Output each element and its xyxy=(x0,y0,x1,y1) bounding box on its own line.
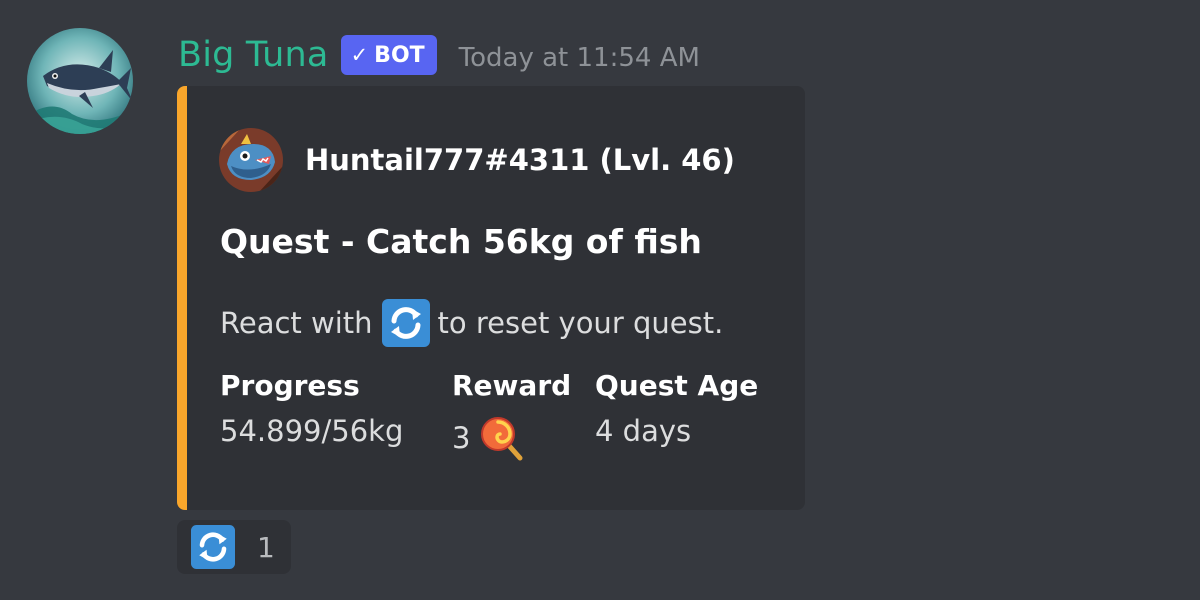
field-progress: Progress 54.899/56kg xyxy=(220,369,403,448)
embed-title: Quest - Catch 56kg of fish xyxy=(220,222,702,261)
username[interactable]: Big Tuna xyxy=(178,35,329,75)
reaction-count: 1 xyxy=(257,530,275,564)
description-text-before: React with xyxy=(220,306,373,340)
field-quest-age: Quest Age 4 days xyxy=(595,369,758,448)
quest-embed: Huntail777#4311 (Lvl. 46) Quest - Catch … xyxy=(177,86,805,510)
arrows-counterclockwise-icon xyxy=(191,525,235,569)
field-quest-age-value: 4 days xyxy=(595,414,758,448)
field-reward-value: 3 xyxy=(452,414,571,462)
timestamp[interactable]: Today at 11:54 AM xyxy=(459,37,700,73)
huntail-avatar-icon xyxy=(219,128,283,192)
chat-message: Big Tuna ✓ BOT Today at 11:54 AM Huntail… xyxy=(0,0,1200,600)
field-reward-value-text: 3 xyxy=(452,421,471,455)
bot-tag-label: BOT xyxy=(374,42,425,68)
description-text-after: to reset your quest. xyxy=(437,306,724,340)
field-quest-age-value-text: 4 days xyxy=(595,414,692,448)
bot-tag: ✓ BOT xyxy=(340,35,437,75)
message-header: Big Tuna ✓ BOT Today at 11:54 AM xyxy=(178,30,700,80)
bot-avatar[interactable] xyxy=(27,28,133,134)
field-progress-name: Progress xyxy=(220,369,360,402)
lollipop-icon xyxy=(481,417,523,461)
embed-accent-bar xyxy=(177,86,187,510)
reaction-button[interactable]: 1 xyxy=(177,520,291,574)
field-progress-value: 54.899/56kg xyxy=(220,414,403,448)
embed-author-name[interactable]: Huntail777#4311 (Lvl. 46) xyxy=(305,143,735,177)
embed-description: React with to reset your quest. xyxy=(220,299,723,347)
field-reward: Reward 3 xyxy=(452,369,571,462)
field-reward-name: Reward xyxy=(452,369,572,402)
arrows-counterclockwise-icon xyxy=(381,299,430,347)
verified-check-icon: ✓ xyxy=(350,43,369,67)
tuna-avatar-icon xyxy=(27,28,133,134)
embed-author: Huntail777#4311 (Lvl. 46) xyxy=(219,128,735,192)
field-quest-age-name: Quest Age xyxy=(595,369,759,402)
field-progress-value-text: 54.899/56kg xyxy=(220,414,404,448)
